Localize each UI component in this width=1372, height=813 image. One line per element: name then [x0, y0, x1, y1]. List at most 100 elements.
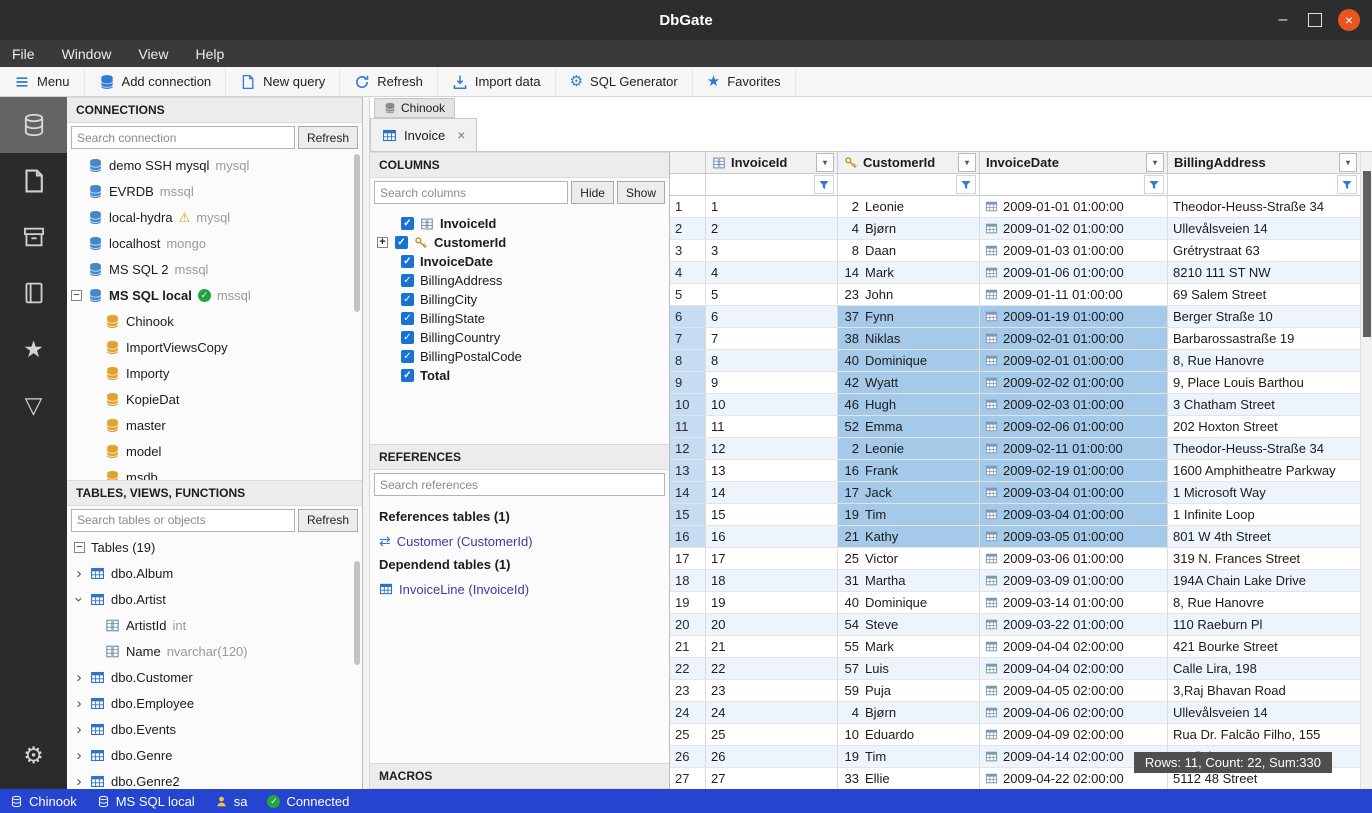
column-checkbox-item[interactable]: ✓BillingAddress — [370, 271, 669, 290]
billingaddress-cell[interactable]: 9, Place Louis Barthou — [1168, 372, 1360, 394]
database-item[interactable]: ImportViewsCopy — [67, 334, 362, 360]
table-tree-item[interactable]: ›dbo.Events — [67, 717, 362, 743]
menu-item-help[interactable]: Help — [195, 46, 224, 62]
invoicedate-cell[interactable]: 2009-03-04 01:00:00 — [980, 504, 1168, 526]
invoiceid-cell[interactable]: 23 — [706, 680, 838, 702]
customerid-cell[interactable]: 21Kathy — [838, 526, 980, 548]
billingaddress-cell[interactable]: Theodor-Heuss-Straße 34 — [1168, 196, 1360, 218]
invoicedate-cell[interactable]: 2009-03-14 01:00:00 — [980, 592, 1168, 614]
billingaddress-cell[interactable]: Ullevålsveien 14 — [1168, 218, 1360, 240]
activity-files-tab[interactable] — [0, 153, 67, 209]
invoiceid-cell[interactable]: 25 — [706, 724, 838, 746]
column-menu-dropdown-icon[interactable]: ▾ — [1146, 153, 1164, 172]
close-tab-icon[interactable]: × — [457, 128, 465, 142]
billingaddress-cell[interactable]: Calle Lira, 198 — [1168, 658, 1360, 680]
row-number-cell[interactable]: 18 — [670, 570, 706, 592]
statusbar-connection[interactable]: MS SQL local — [97, 794, 195, 809]
column-checkbox-item[interactable]: ✓Total — [370, 366, 669, 385]
chevron-icon[interactable]: › — [74, 774, 84, 789]
database-item[interactable]: model — [67, 438, 362, 464]
billingaddress-cell[interactable]: 421 Bourke Street — [1168, 636, 1360, 658]
checkbox-checked-icon[interactable]: ✓ — [401, 274, 414, 287]
filter-cell-billing[interactable] — [1168, 174, 1360, 196]
row-number-cell[interactable]: 3 — [670, 240, 706, 262]
toolbar-button-import-data[interactable]: Import data — [438, 67, 556, 96]
billingaddress-cell[interactable]: 1 Microsoft Way — [1168, 482, 1360, 504]
column-menu-dropdown-icon[interactable]: ▾ — [958, 153, 976, 172]
tab-group-chinook[interactable]: Chinook — [374, 98, 455, 118]
search-references-input[interactable] — [374, 473, 665, 496]
customerid-cell[interactable]: 40Dominique — [838, 350, 980, 372]
invoiceid-cell[interactable]: 22 — [706, 658, 838, 680]
customerid-cell[interactable]: 52Emma — [838, 416, 980, 438]
row-number-cell[interactable]: 21 — [670, 636, 706, 658]
toolbar-button-favorites[interactable]: ★Favorites — [693, 67, 796, 96]
billingaddress-cell[interactable]: Berger Straße 10 — [1168, 306, 1360, 328]
customerid-cell[interactable]: 17Jack — [838, 482, 980, 504]
show-button[interactable]: Show — [617, 181, 665, 204]
invoiceid-cell[interactable]: 1 — [706, 196, 838, 218]
invoiceid-cell[interactable]: 18 — [706, 570, 838, 592]
invoicedate-cell[interactable]: 2009-01-02 01:00:00 — [980, 218, 1168, 240]
invoicedate-cell[interactable]: 2009-01-01 01:00:00 — [980, 196, 1168, 218]
activity-archive-tab[interactable] — [0, 209, 67, 265]
invoicedate-cell[interactable]: 2009-02-06 01:00:00 — [980, 416, 1168, 438]
invoicedate-cell[interactable]: 2009-01-06 01:00:00 — [980, 262, 1168, 284]
column-checkbox-item[interactable]: ✓BillingCity — [370, 290, 669, 309]
column-tree-item[interactable]: ArtistIdint — [67, 613, 362, 639]
menu-item-file[interactable]: File — [12, 46, 35, 62]
invoiceid-cell[interactable]: 7 — [706, 328, 838, 350]
invoicedate-cell[interactable]: 2009-03-09 01:00:00 — [980, 570, 1168, 592]
tables-scrollbar-thumb[interactable] — [354, 561, 360, 665]
invoicedate-cell[interactable]: 2009-02-02 01:00:00 — [980, 372, 1168, 394]
filter-cell-date[interactable] — [980, 174, 1168, 196]
tab-invoice[interactable]: Invoice × — [370, 118, 477, 151]
billingaddress-cell[interactable]: Barbarossastraße 19 — [1168, 328, 1360, 350]
invoiceid-cell[interactable]: 6 — [706, 306, 838, 328]
row-number-cell[interactable]: 8 — [670, 350, 706, 372]
billingaddress-cell[interactable]: 801 W 4th Street — [1168, 526, 1360, 548]
statusbar-database[interactable]: Chinook — [10, 794, 77, 809]
toolbar-button-refresh[interactable]: Refresh — [340, 67, 438, 96]
table-tree-item[interactable]: ›dbo.Employee — [67, 691, 362, 717]
row-number-cell[interactable]: 5 — [670, 284, 706, 306]
invoicedate-cell[interactable]: 2009-02-01 01:00:00 — [980, 350, 1168, 372]
chevron-icon[interactable]: › — [74, 722, 84, 737]
collapse-expander-icon[interactable]: − — [74, 542, 85, 553]
invoicedate-cell[interactable]: 2009-04-04 02:00:00 — [980, 636, 1168, 658]
toolbar-button-sql-generator[interactable]: ⚙SQL Generator — [556, 67, 693, 96]
customerid-cell[interactable]: 19Tim — [838, 746, 980, 768]
customerid-cell[interactable]: 8Daan — [838, 240, 980, 262]
invoiceid-cell[interactable]: 5 — [706, 284, 838, 306]
filter-funnel-icon[interactable] — [1144, 175, 1164, 194]
menu-item-view[interactable]: View — [138, 46, 168, 62]
connection-item[interactable]: demo SSH mysqlmysql — [67, 152, 362, 178]
invoicedate-cell[interactable]: 2009-02-03 01:00:00 — [980, 394, 1168, 416]
reference-link[interactable]: ⇄Customer (CustomerId) — [379, 530, 660, 552]
invoicedate-cell[interactable]: 2009-04-06 02:00:00 — [980, 702, 1168, 724]
connection-item[interactable]: EVRDBmssql — [67, 178, 362, 204]
row-number-cell[interactable]: 9 — [670, 372, 706, 394]
column-header-billing[interactable]: BillingAddress▾ — [1168, 152, 1360, 174]
invoicedate-cell[interactable]: 2009-03-22 01:00:00 — [980, 614, 1168, 636]
checkbox-checked-icon[interactable]: ✓ — [395, 236, 408, 249]
connection-item[interactable]: MS SQL 2mssql — [67, 256, 362, 282]
filter-cell-invoiceid[interactable] — [706, 174, 838, 196]
invoiceid-cell[interactable]: 10 — [706, 394, 838, 416]
billingaddress-cell[interactable]: 3 Chatham Street — [1168, 394, 1360, 416]
column-checkbox-item[interactable]: +✓CustomerId — [370, 233, 669, 252]
database-item[interactable]: master — [67, 412, 362, 438]
row-number-cell[interactable]: 15 — [670, 504, 706, 526]
row-number-cell[interactable]: 11 — [670, 416, 706, 438]
table-tree-item[interactable]: ›dbo.Artist — [67, 587, 362, 613]
invoiceid-cell[interactable]: 2 — [706, 218, 838, 240]
connection-item[interactable]: local-hydra⚠mysql — [67, 204, 362, 230]
row-number-cell[interactable]: 6 — [670, 306, 706, 328]
row-number-cell[interactable]: 19 — [670, 592, 706, 614]
menu-item-window[interactable]: Window — [62, 46, 112, 62]
search-connection-input[interactable] — [71, 126, 295, 149]
customerid-cell[interactable]: 59Puja — [838, 680, 980, 702]
invoicedate-cell[interactable]: 2009-03-05 01:00:00 — [980, 526, 1168, 548]
checkbox-checked-icon[interactable]: ✓ — [401, 312, 414, 325]
invoiceid-cell[interactable]: 9 — [706, 372, 838, 394]
